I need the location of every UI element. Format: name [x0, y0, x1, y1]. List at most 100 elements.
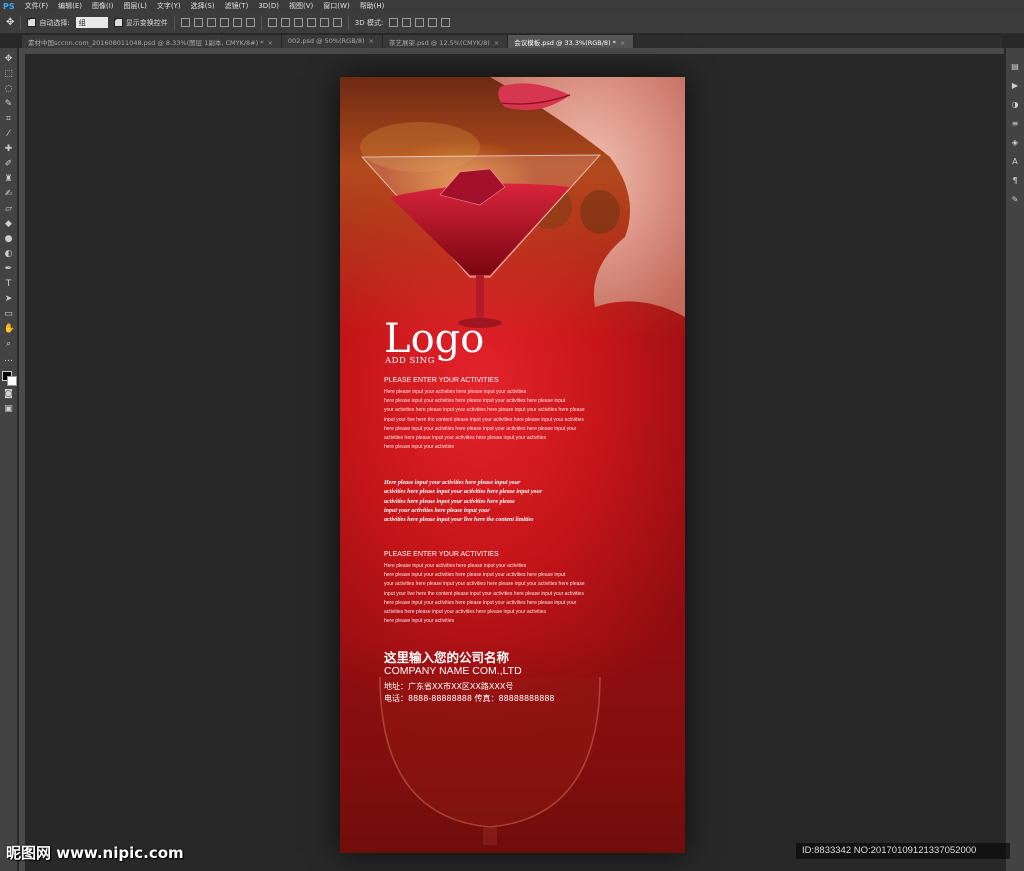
tab-doc-3[interactable]: 茶艺展架.psd @ 12.5%(CMYK/8) ×	[382, 35, 509, 48]
body-line: here please input your activities here p…	[384, 425, 577, 432]
align-center-icon[interactable]	[232, 18, 242, 27]
poster-logo-subtitle: ADD SING	[385, 356, 435, 366]
checkbox-icon	[27, 15, 37, 27]
marquee-icon[interactable]: ⬚	[4, 69, 14, 80]
dodge-icon[interactable]: ◐	[4, 249, 14, 260]
more-tools-icon[interactable]: …	[4, 354, 14, 365]
menu-layer[interactable]: 图层(L)	[119, 1, 152, 11]
properties-panel-icon[interactable]: ≡	[1010, 119, 1020, 129]
options-bar: ✥ 自动选择: 组 显示变换控件 3D 模式:	[0, 12, 1024, 34]
show-transform-checkbox[interactable]: 显示变换控件	[113, 15, 168, 28]
distribute-left-icon[interactable]	[306, 18, 316, 27]
body-line: activities here please input your activi…	[384, 609, 547, 616]
3d-roll-icon[interactable]	[402, 18, 412, 27]
type-tool-icon[interactable]: T	[4, 279, 14, 290]
italic-line: input your activities here please input …	[384, 507, 490, 514]
zoom-icon[interactable]: ⌕	[4, 339, 14, 350]
section-2-body: Here please input your activities here p…	[384, 562, 654, 626]
align-bottom-icon[interactable]	[206, 18, 216, 27]
document-tabs: 素材中国sccnn.com_2016080110​48.psd @ 8.33%(…	[22, 35, 1002, 48]
eraser-icon[interactable]: ▱	[4, 204, 14, 215]
hand-icon[interactable]: ✋	[4, 324, 15, 335]
eyedropper-icon[interactable]: ⁄	[4, 129, 14, 140]
menu-view[interactable]: 视图(V)	[284, 1, 318, 11]
company-name-en: COMPANY NAME COM.,LTD	[384, 665, 522, 677]
distribute-right-icon[interactable]	[332, 18, 342, 27]
screen-mode-icon[interactable]: ▣	[4, 404, 14, 415]
menu-select[interactable]: 选择(S)	[186, 1, 220, 11]
body-line: Here please input your activities here p…	[384, 563, 527, 569]
layers-panel-icon[interactable]: ◈	[1010, 138, 1020, 148]
align-top-icon[interactable]	[180, 18, 190, 27]
italic-line: activities here please input your activi…	[384, 489, 543, 496]
brush-icon[interactable]: ✐	[4, 159, 14, 170]
body-line: input your live here the content please …	[384, 416, 584, 423]
document-canvas[interactable]: Logo ADD SING PLEASE ENTER YOUR ACTIVITI…	[340, 77, 685, 853]
distribute-bottom-icon[interactable]	[293, 18, 303, 27]
menu-image[interactable]: 图像(I)	[87, 1, 119, 11]
3d-rotate-icon[interactable]	[389, 18, 399, 27]
path-select-icon[interactable]: ➤	[4, 294, 14, 305]
actions-panel-icon[interactable]: ▶	[1010, 81, 1020, 91]
paint-bucket-icon[interactable]: ◆	[4, 219, 14, 230]
3d-slide-icon[interactable]	[428, 18, 438, 27]
menu-edit[interactable]: 编辑(E)	[53, 1, 87, 11]
separator	[173, 15, 175, 30]
body-line: here please input your activities here p…	[384, 398, 566, 405]
move-tool-icon[interactable]: ✥	[6, 17, 14, 28]
company-phone: 电话：8888-88888888 传真：88888888888	[384, 694, 555, 703]
menu-filter[interactable]: 滤镜(T)	[220, 1, 254, 11]
auto-select-dropdown[interactable]: 组	[75, 17, 108, 28]
body-line: here please input your activities here p…	[384, 572, 566, 579]
align-left-icon[interactable]	[219, 18, 229, 27]
close-icon[interactable]: ×	[494, 39, 499, 47]
tab-doc-2[interactable]: 002.psd @ 50%(RGB/8) ×	[281, 35, 383, 48]
distribute-top-icon[interactable]	[267, 18, 277, 27]
quick-mask-icon[interactable]: ◙	[4, 389, 14, 400]
menu-window[interactable]: 窗口(W)	[318, 1, 354, 11]
brush-presets-icon[interactable]: ✎	[1010, 195, 1020, 205]
menu-3d[interactable]: 3D(D)	[253, 2, 284, 10]
company-name-cn: 这里输入您的公司名称	[384, 650, 510, 665]
menu-file[interactable]: 文件(F)	[20, 1, 54, 11]
adjustments-panel-icon[interactable]: ◑	[1010, 100, 1020, 110]
paragraph-panel-icon[interactable]: ¶	[1010, 176, 1020, 186]
healing-brush-icon[interactable]: ✚	[4, 144, 14, 155]
quick-select-icon[interactable]: ✎	[4, 99, 14, 110]
italic-line: activities here please input your activi…	[384, 498, 515, 505]
tab-doc-1[interactable]: 素材中国sccnn.com_2016080110​48.psd @ 8.33%(…	[22, 35, 282, 48]
move-icon[interactable]: ✥	[4, 54, 14, 65]
close-icon[interactable]: ×	[369, 37, 374, 45]
tools-panel: ✥ ⬚ ◌ ✎ ⌗ ⁄ ✚ ✐ ♜ ✍ ▱ ◆ ● ◐ ✒ T ➤ ▭ ✋ ⌕ …	[0, 48, 18, 871]
blur-icon[interactable]: ●	[4, 234, 14, 245]
background-color[interactable]	[6, 376, 17, 386]
history-brush-icon[interactable]: ✍	[4, 189, 14, 200]
body-line: here please input your activities here p…	[384, 599, 577, 606]
close-icon[interactable]: ×	[620, 39, 625, 47]
3d-scale-icon[interactable]	[441, 18, 451, 27]
history-panel-icon[interactable]: ▤	[1010, 62, 1020, 72]
character-panel-icon[interactable]: A	[1010, 157, 1020, 167]
distribute-middle-icon[interactable]	[280, 18, 290, 27]
lasso-icon[interactable]: ◌	[4, 84, 14, 95]
menu-type[interactable]: 文字(Y)	[152, 1, 186, 11]
crop-icon[interactable]: ⌗	[4, 114, 14, 125]
photoshop-logo: PS	[3, 1, 15, 11]
3d-pan-icon[interactable]	[415, 18, 425, 27]
tab-label: 002.psd @ 50%(RGB/8)	[287, 37, 365, 45]
align-right-icon[interactable]	[245, 18, 255, 27]
shape-icon[interactable]: ▭	[4, 309, 14, 320]
image-id-label: ID:8833342 NO:20170109121337052000	[796, 843, 1010, 859]
align-middle-icon[interactable]	[193, 18, 203, 27]
distribute-center-icon[interactable]	[319, 18, 329, 27]
close-icon[interactable]: ×	[267, 39, 272, 47]
pen-icon[interactable]: ✒	[4, 264, 14, 275]
color-swatches[interactable]	[1, 371, 17, 386]
clone-stamp-icon[interactable]: ♜	[4, 174, 14, 185]
body-line: here please input your activities	[384, 618, 455, 625]
auto-select-checkbox[interactable]: 自动选择:	[27, 15, 70, 28]
menu-help[interactable]: 帮助(H)	[355, 1, 390, 11]
distribute-buttons	[267, 18, 342, 27]
tab-doc-4[interactable]: 会议模板.psd @ 33.3%(RGB/8) * ×	[508, 35, 635, 48]
align-buttons	[180, 18, 255, 27]
